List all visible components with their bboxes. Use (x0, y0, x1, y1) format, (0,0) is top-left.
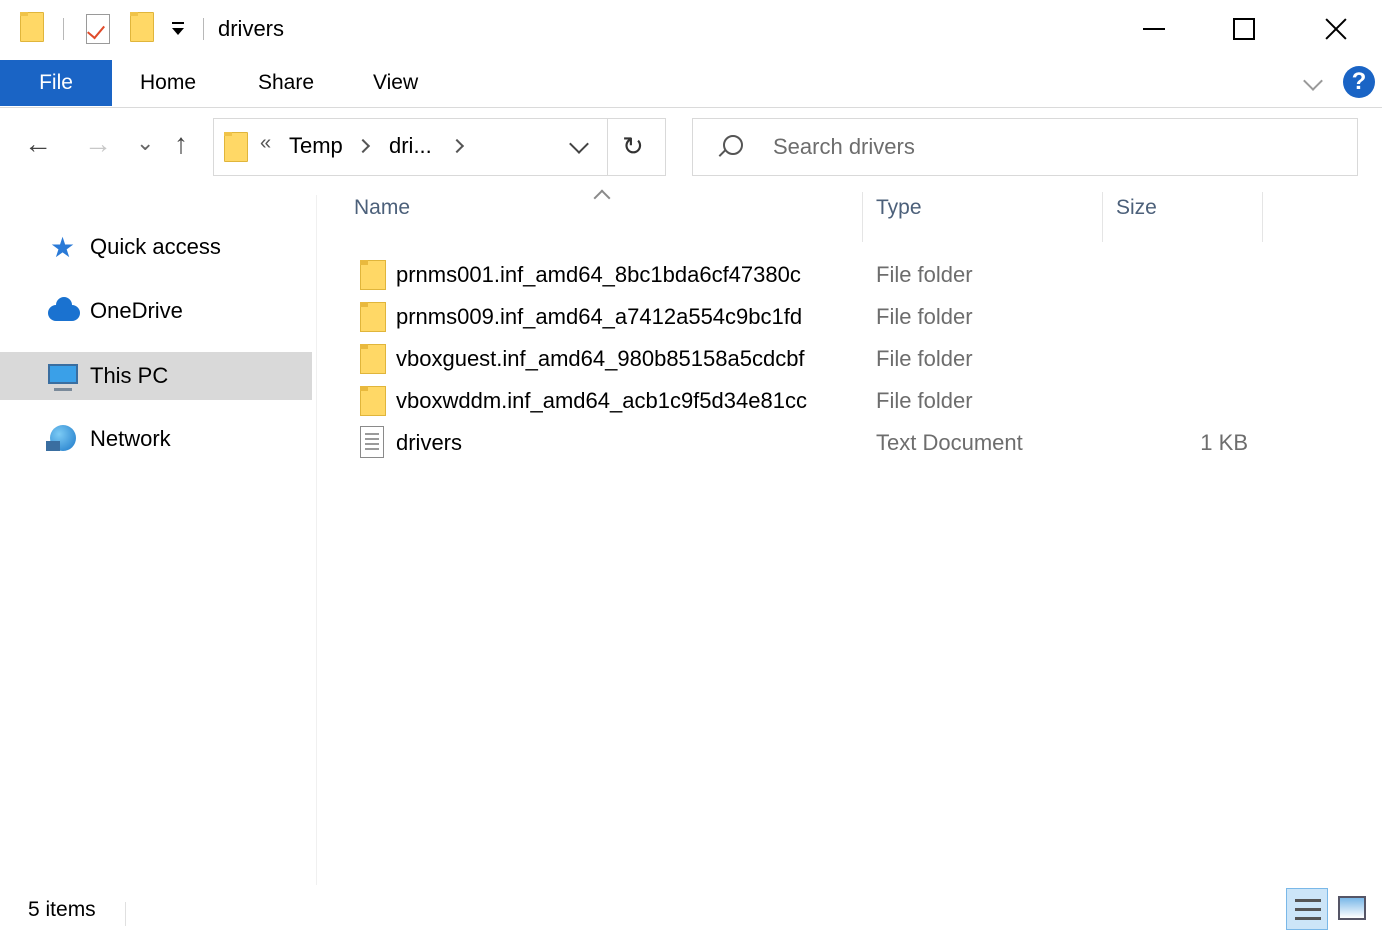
large-icons-view-button[interactable] (1338, 896, 1366, 920)
address-separator (607, 119, 608, 175)
folder-icon[interactable] (20, 12, 44, 42)
new-folder-icon[interactable] (130, 12, 154, 42)
item-count: 5 items (28, 898, 96, 921)
address-overflow[interactable]: « (260, 132, 271, 155)
text-document-icon (360, 426, 384, 458)
column-header-name[interactable]: Name (354, 196, 410, 242)
tab-share[interactable]: Share (258, 60, 314, 106)
star-icon: ★ (50, 232, 76, 263)
nav-item-this-pc[interactable]: This PC (0, 352, 312, 400)
file-row[interactable]: prnms001.inf_amd64_8bc1bda6cf47380c File… (352, 254, 1272, 296)
file-name: vboxguest.inf_amd64_980b85158a5cdcbf (396, 346, 805, 371)
nav-item-label: Quick access (90, 234, 221, 259)
file-size: 1 KB (1200, 430, 1248, 455)
column-separator[interactable] (862, 192, 863, 242)
column-header-size[interactable]: Size (1116, 196, 1157, 242)
maximize-button[interactable] (1198, 0, 1290, 58)
nav-item-label: Network (90, 426, 171, 451)
forward-button[interactable]: → (84, 128, 112, 160)
file-type: Text Document (876, 430, 1023, 455)
search-input[interactable] (773, 131, 1333, 163)
folder-icon (360, 344, 386, 374)
close-icon (1325, 18, 1347, 40)
breadcrumb-chevron-icon[interactable] (355, 138, 371, 154)
minimize-button[interactable] (1108, 0, 1200, 58)
nav-item-network[interactable]: Network (0, 415, 312, 463)
file-row[interactable]: prnms009.inf_amd64_a7412a554c9bc1fd File… (352, 296, 1272, 338)
search-box[interactable] (692, 118, 1358, 176)
tab-home[interactable]: Home (140, 60, 196, 106)
file-name: vboxwddm.inf_amd64_acb1c9f5d34e81cc (396, 388, 807, 413)
column-separator[interactable] (1262, 192, 1263, 242)
navigation-pane: ★ Quick access OneDrive This PC Network (0, 195, 317, 885)
tab-view[interactable]: View (373, 60, 418, 106)
nav-item-quick-access[interactable]: ★ Quick access (0, 223, 312, 271)
back-button[interactable]: ← (24, 128, 52, 160)
address-bar[interactable]: « Temp dri... ↻ (213, 118, 666, 176)
up-button[interactable]: ↑ (174, 128, 188, 160)
breadcrumb-drivers[interactable]: dri... (389, 133, 432, 159)
folder-icon (360, 302, 386, 332)
file-row[interactable]: vboxguest.inf_amd64_980b85158a5cdcbf Fil… (352, 338, 1272, 380)
refresh-button[interactable]: ↻ (622, 131, 644, 162)
toolbar-separator (63, 18, 64, 40)
breadcrumb-temp[interactable]: Temp (289, 133, 343, 159)
nav-item-onedrive[interactable]: OneDrive (0, 287, 312, 335)
nav-item-label: OneDrive (90, 298, 183, 323)
file-row[interactable]: vboxwddm.inf_amd64_acb1c9f5d34e81cc File… (352, 380, 1272, 422)
column-header-type[interactable]: Type (876, 196, 922, 242)
file-name: prnms001.inf_amd64_8bc1bda6cf47380c (396, 262, 801, 287)
folder-icon (360, 386, 386, 416)
status-separator (125, 902, 126, 926)
sort-ascending-icon (593, 189, 611, 207)
network-icon (46, 425, 82, 455)
help-button[interactable]: ? (1343, 66, 1375, 98)
file-type: File folder (876, 304, 973, 329)
minimize-icon (1143, 28, 1165, 30)
window-title: drivers (218, 16, 285, 41)
expand-ribbon-chevron-icon[interactable] (1303, 71, 1323, 91)
address-dropdown-icon[interactable] (569, 134, 589, 154)
folder-icon (224, 132, 248, 162)
recent-locations-button[interactable]: ⌄ (136, 130, 154, 156)
file-row[interactable]: drivers Text Document 1 KB (352, 422, 1272, 464)
cloud-icon (46, 297, 82, 327)
file-name: prnms009.inf_amd64_a7412a554c9bc1fd (396, 304, 803, 329)
tab-file[interactable]: File (0, 60, 112, 106)
file-type: File folder (876, 346, 973, 371)
details-view-button[interactable] (1286, 888, 1328, 930)
ribbon: File Home Share View ? (0, 60, 1382, 108)
breadcrumb-chevron-icon[interactable] (449, 138, 465, 154)
nav-item-label: This PC (90, 363, 169, 388)
file-name: drivers (396, 430, 463, 455)
search-icon (723, 135, 743, 155)
title-bar: drivers (0, 0, 1382, 60)
folder-icon (360, 260, 386, 290)
column-separator[interactable] (1102, 192, 1103, 242)
file-type: File folder (876, 262, 973, 287)
close-button[interactable] (1290, 0, 1382, 58)
properties-icon[interactable] (86, 14, 110, 44)
file-type: File folder (876, 388, 973, 413)
maximize-icon (1233, 18, 1255, 40)
computer-icon (46, 362, 82, 392)
title-separator (203, 18, 204, 40)
